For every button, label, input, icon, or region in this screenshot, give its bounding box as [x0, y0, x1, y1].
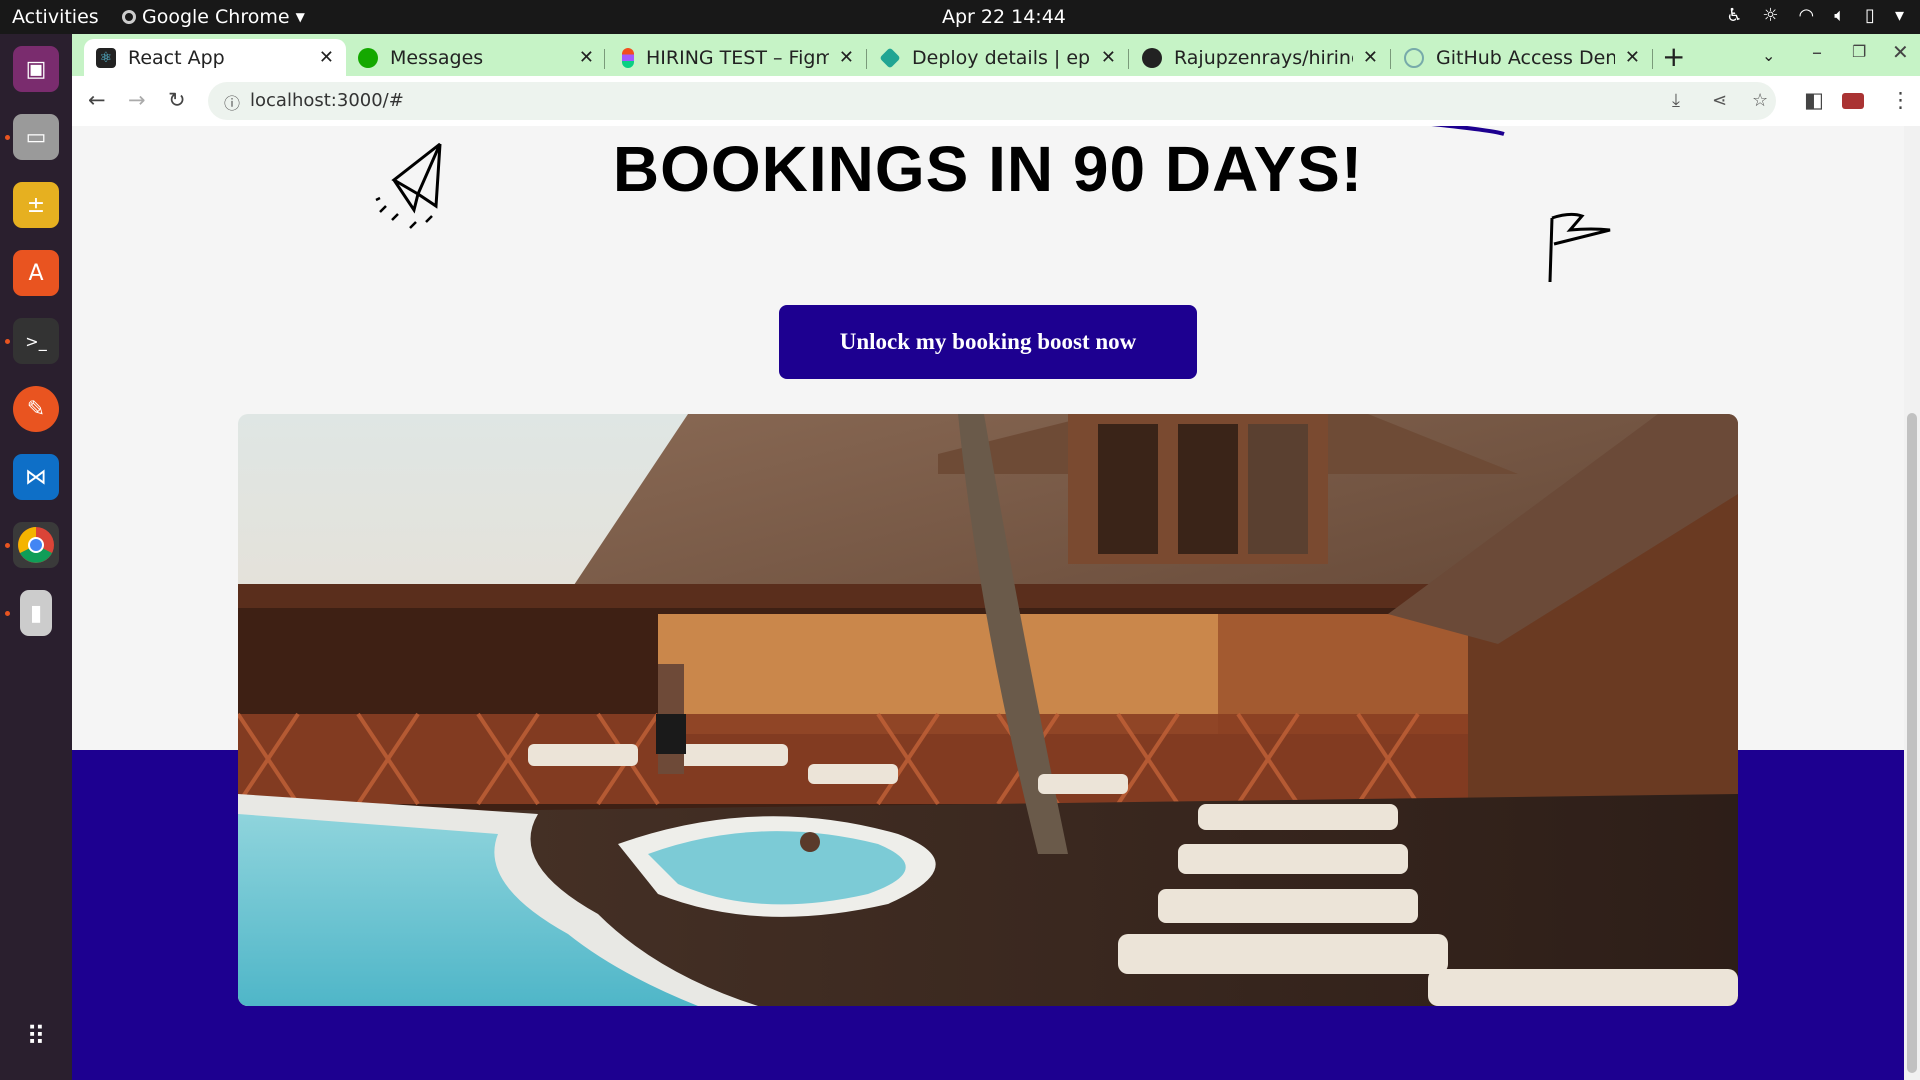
- github-icon: [1142, 47, 1162, 68]
- tab-strip: ⚛ React App ✕ Messages ✕ HIRING TEST – F…: [72, 34, 1920, 76]
- tab-react-app[interactable]: ⚛ React App ✕: [84, 39, 346, 76]
- tab-separator: [604, 49, 605, 69]
- unlock-booking-boost-button[interactable]: Unlock my booking boost now: [779, 305, 1197, 379]
- archive-icon[interactable]: ▮: [20, 590, 52, 636]
- tab-separator: [1652, 49, 1653, 69]
- activities-button[interactable]: Activities: [12, 6, 99, 28]
- volume-icon: 🔈︎: [1834, 5, 1846, 26]
- page-headline: BOOKINGS IN 90 DAYS!: [612, 133, 1364, 205]
- menu-kebab-icon[interactable]: ⋮: [1890, 88, 1911, 112]
- new-tab-button[interactable]: +: [1662, 40, 1685, 73]
- chevron-down-icon: ▼: [295, 10, 305, 24]
- app-name: Google Chrome: [142, 6, 290, 28]
- url-text[interactable]: localhost:3000/#: [250, 90, 404, 111]
- openai-icon: [1404, 47, 1424, 68]
- scrollbar-thumb[interactable]: [1907, 413, 1917, 1073]
- app-menu[interactable]: Google Chrome ▼: [122, 6, 305, 28]
- brightness-icon: ☼: [1762, 5, 1779, 26]
- share-icon[interactable]: ⋖: [1712, 90, 1727, 111]
- tab-title: Messages: [390, 46, 484, 69]
- tab-title: HIRING TEST – Figma: [646, 46, 829, 69]
- vscode-icon[interactable]: ⋈: [13, 454, 59, 500]
- browser-chrome: ⚛ React App ✕ Messages ✕ HIRING TEST – F…: [72, 34, 1920, 126]
- profile-avatar[interactable]: [1842, 93, 1864, 109]
- tab-separator: [866, 49, 867, 69]
- netlify-icon: [879, 46, 901, 69]
- react-icon: ⚛: [96, 47, 116, 68]
- forward-icon[interactable]: →: [128, 88, 146, 112]
- tab-messages[interactable]: Messages ✕: [346, 39, 606, 76]
- close-icon[interactable]: ✕: [319, 47, 334, 68]
- calculator-icon[interactable]: ±: [13, 182, 59, 228]
- site-info-icon[interactable]: ⓘ: [224, 90, 240, 114]
- tab-deploy-details[interactable]: Deploy details | ephe ✕: [868, 39, 1128, 76]
- address-bar[interactable]: ⓘ localhost:3000/# ⤓ ⋖ ☆: [208, 82, 1776, 120]
- minimize-icon[interactable]: –: [1812, 40, 1822, 64]
- files-icon[interactable]: ▭: [13, 114, 59, 160]
- close-icon[interactable]: ✕: [839, 47, 854, 68]
- side-panel-icon[interactable]: ◧: [1804, 88, 1824, 112]
- battery-icon: ▯: [1865, 5, 1875, 26]
- draw-icon[interactable]: ✎: [13, 386, 59, 432]
- browser-toolbar: ← → ↻ ⓘ localhost:3000/# ⤓ ⋖ ☆ ◧ ⋮: [72, 76, 1920, 126]
- close-icon[interactable]: ✕: [579, 47, 594, 68]
- install-app-icon[interactable]: ⤓: [1672, 90, 1680, 111]
- tab-github-repo[interactable]: Rajupzenrays/hiring-t ✕: [1130, 39, 1390, 76]
- bookmark-star-icon[interactable]: ☆: [1752, 90, 1768, 111]
- close-icon[interactable]: ✕: [1625, 47, 1640, 68]
- flag-icon: [1548, 212, 1611, 283]
- tab-separator: [1390, 49, 1391, 69]
- clock[interactable]: Apr 22 14:44: [942, 6, 1066, 28]
- page-scrollbar[interactable]: [1904, 126, 1920, 1080]
- tab-separator: [1128, 49, 1129, 69]
- reload-icon[interactable]: ↻: [168, 88, 186, 112]
- os-top-bar: Activities Google Chrome ▼ Apr 22 14:44 …: [0, 0, 1920, 34]
- back-icon[interactable]: ←: [88, 88, 106, 112]
- system-tray[interactable]: ♿︎ ☼ ◠ 🔈︎ ▯ ▾: [1726, 5, 1904, 26]
- chrome-small-icon: [122, 10, 136, 24]
- paper-plane-icon: [375, 142, 442, 229]
- running-indicator: [5, 611, 10, 616]
- running-indicator: [5, 339, 10, 344]
- wifi-icon: ◠: [1798, 5, 1815, 26]
- figma-icon: [622, 47, 634, 68]
- hero-resort-image: [238, 414, 1738, 1006]
- tab-search-icon[interactable]: ⌄: [1762, 46, 1775, 65]
- power-menu-icon: ▾: [1894, 5, 1904, 26]
- running-indicator: [5, 135, 10, 140]
- upwork-icon: [358, 47, 378, 68]
- terminal-icon[interactable]: >_: [13, 318, 59, 364]
- video-editor-icon[interactable]: ▣: [13, 46, 59, 92]
- tab-title: React App: [128, 46, 225, 69]
- accessibility-icon[interactable]: ♿︎: [1726, 5, 1742, 26]
- page-viewport: BOOKINGS IN 90 DAYS! Unlock my booking b…: [72, 126, 1904, 1080]
- maximize-icon[interactable]: ❐: [1852, 42, 1866, 61]
- tab-title: Deploy details | ephe: [912, 46, 1091, 69]
- close-icon[interactable]: ✕: [1101, 47, 1116, 68]
- tab-github-access-denied[interactable]: GitHub Access Denie ✕: [1392, 39, 1652, 76]
- close-window-icon[interactable]: ✕: [1892, 40, 1909, 64]
- running-indicator: [5, 543, 10, 548]
- dock: ▣ ▭ ± A >_ ✎ ⋈ ▮ ⠿: [0, 34, 72, 1080]
- tab-title: Rajupzenrays/hiring-t: [1174, 46, 1353, 69]
- chrome-icon[interactable]: [13, 522, 59, 568]
- tab-title: GitHub Access Denie: [1436, 46, 1615, 69]
- app-center-icon[interactable]: A: [13, 250, 59, 296]
- close-icon[interactable]: ✕: [1363, 47, 1378, 68]
- tab-hiring-test-figma[interactable]: HIRING TEST – Figma ✕: [606, 39, 866, 76]
- grid-icon[interactable]: ⠿: [13, 1014, 59, 1060]
